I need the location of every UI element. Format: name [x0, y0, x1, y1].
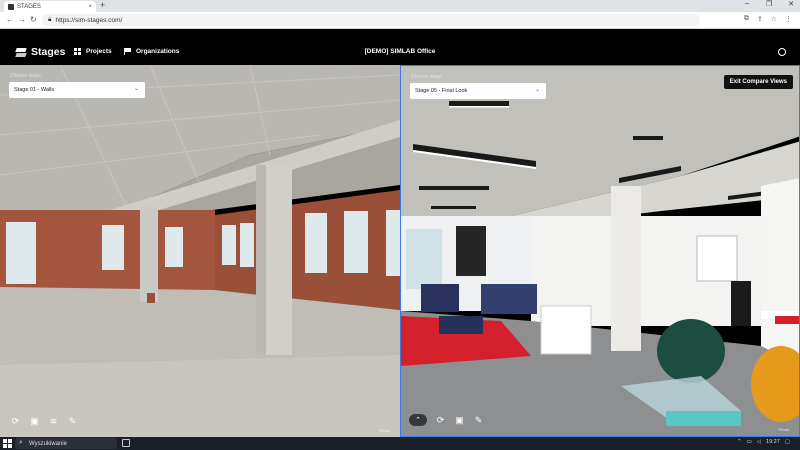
stages-favicon-icon [8, 3, 14, 10]
left-stage-select-value: Stage 01 - Walls [14, 87, 55, 93]
maximize-button[interactable]: ❐ [764, 0, 774, 8]
layers-tool-icon[interactable]: ≋ [48, 416, 59, 427]
measure-tool-icon[interactable]: ✎ [67, 416, 78, 427]
stage-picker-label: Choose stage [10, 73, 41, 79]
bookmark-star-icon[interactable]: ☆ [771, 15, 777, 23]
back-button[interactable]: ← [6, 15, 14, 24]
menu-kebab-icon[interactable]: ⋮ [785, 15, 792, 23]
taskbar-apps [122, 439, 130, 447]
install-icon[interactable]: ⧉ [744, 15, 749, 23]
tab-close-icon[interactable]: × [88, 4, 92, 10]
volume-icon[interactable]: ◁ [757, 439, 761, 445]
task-view-icon[interactable] [122, 439, 130, 447]
chevron-up-icon[interactable]: ⌃ [737, 439, 742, 445]
taskbar-search-input[interactable]: ⌕ Wyszukiwanie [15, 438, 117, 449]
close-window-button[interactable]: ✕ [786, 0, 796, 8]
app-header: Stages Projects Organizations [DEMO] SIM… [0, 40, 800, 65]
page-title: [DEMO] SIMLAB Office [364, 48, 436, 55]
right-stage-select-value: Stage 05 - Final Look [415, 88, 468, 94]
forward-button[interactable]: → [18, 15, 26, 24]
chevron-down-icon: ⌄ [534, 87, 540, 93]
share-tool-icon[interactable]: ⟳ [10, 416, 21, 427]
construction-panorama [0, 65, 400, 437]
url-text: https://sim-stages.com/ [55, 16, 123, 24]
left-stage-select[interactable]: Stage 01 - Walls ⌄ [9, 82, 145, 98]
notifications-icon[interactable]: ▢ [785, 439, 790, 445]
user-account-icon[interactable] [778, 48, 786, 56]
browser-tab-strip: STAGES × + – ❐ ✕ [0, 0, 800, 12]
lock-icon: 🔒︎ [48, 16, 52, 23]
right-stage-select[interactable]: Stage 05 - Final Look ⌄ [410, 83, 546, 99]
left-viewer-toolbar: ⟳ ▣ ≋ ✎ [10, 416, 78, 427]
windows-taskbar: ⌕ Wyszukiwanie ⌃ ▭ ◁ 19:27 ▢ [0, 437, 800, 450]
left-credit-text: Photo [379, 428, 390, 433]
reload-button[interactable]: ↻ [30, 15, 37, 24]
left-panorama-viewer[interactable]: Choose stage Stage 01 - Walls ⌄ ⟳ ▣ ≋ ✎ … [0, 65, 400, 437]
browser-tab-title: STAGES [17, 3, 41, 10]
right-viewer-toolbar: ⌃ ⟳ ▣ ✎ [409, 414, 484, 426]
new-tab-button[interactable]: + [100, 0, 105, 10]
finished-office-panorama [401, 66, 799, 436]
measure-tool-icon[interactable]: ✎ [473, 415, 484, 426]
right-panorama-viewer[interactable]: Choose stage Stage 05 - Final Look ⌄ Exi… [400, 65, 800, 437]
chevron-up-icon[interactable]: ⌃ [409, 414, 427, 426]
share-icon[interactable]: ⇪ [757, 15, 763, 23]
network-icon[interactable]: ▭ [747, 439, 752, 445]
taskbar-search-placeholder: Wyszukiwanie [29, 440, 67, 447]
window-controls: – ❐ ✕ [742, 0, 796, 8]
windows-start-icon[interactable] [3, 439, 12, 448]
stage-picker-label: Choose stage [411, 74, 442, 80]
browser-toolbar: ← → ↻ 🔒︎ https://sim-stages.com/ ⧉ ⇪ ☆ ⋮ [0, 12, 800, 29]
browser-tab[interactable]: STAGES × [4, 1, 96, 12]
exit-compare-views-button[interactable]: Exit Compare Views [723, 75, 793, 89]
right-credit-text: Photo [778, 427, 789, 432]
floorplan-tool-icon[interactable]: ▣ [454, 415, 465, 426]
browser-actions: ⧉ ⇪ ☆ ⋮ [744, 15, 792, 23]
clock-time[interactable]: 19:27 [766, 439, 780, 445]
system-tray: ⌃ ▭ ◁ 19:27 ▢ [737, 439, 790, 445]
search-icon: ⌕ [19, 439, 23, 446]
share-tool-icon[interactable]: ⟳ [435, 415, 446, 426]
floorplan-tool-icon[interactable]: ▣ [29, 416, 40, 427]
chevron-down-icon: ⌄ [133, 86, 139, 92]
address-bar[interactable]: 🔒︎ https://sim-stages.com/ [42, 14, 700, 26]
minimize-button[interactable]: – [742, 0, 752, 8]
